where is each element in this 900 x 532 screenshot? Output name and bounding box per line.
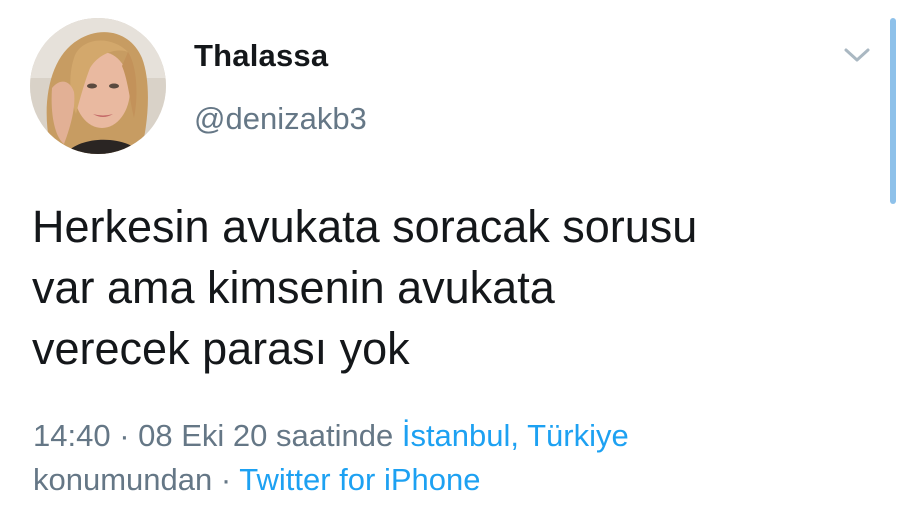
display-name[interactable]: Thalassa [194, 38, 328, 74]
avatar-photo [30, 18, 166, 154]
location-link[interactable]: İstanbul, Türkiye [402, 418, 629, 453]
chevron-down-icon[interactable] [840, 42, 874, 68]
source-link[interactable]: Twitter for iPhone [239, 462, 480, 497]
tweet-text-line: var ama kimsenin avukata [32, 262, 555, 313]
avatar[interactable] [30, 18, 166, 154]
location-suffix: konumundan [33, 462, 213, 497]
tweet-text-line: Herkesin avukata soracak sorusu [32, 201, 698, 252]
tweet-meta: 14:40 · 08 Eki 20 saatinde İstanbul, Tür… [33, 414, 873, 502]
meta-separator: · [212, 462, 240, 497]
tweet-date[interactable]: 08 Eki 20 saatinde [138, 418, 402, 453]
tweet-time[interactable]: 14:40 [33, 418, 111, 453]
scrollbar-thumb[interactable] [890, 18, 896, 204]
user-handle[interactable]: @denizakb3 [194, 101, 367, 137]
meta-separator: · [110, 418, 139, 453]
tweet-text-line: verecek parası yok [32, 323, 410, 374]
tweet-text: Herkesin avukata soracak sorusu var ama … [32, 196, 872, 379]
